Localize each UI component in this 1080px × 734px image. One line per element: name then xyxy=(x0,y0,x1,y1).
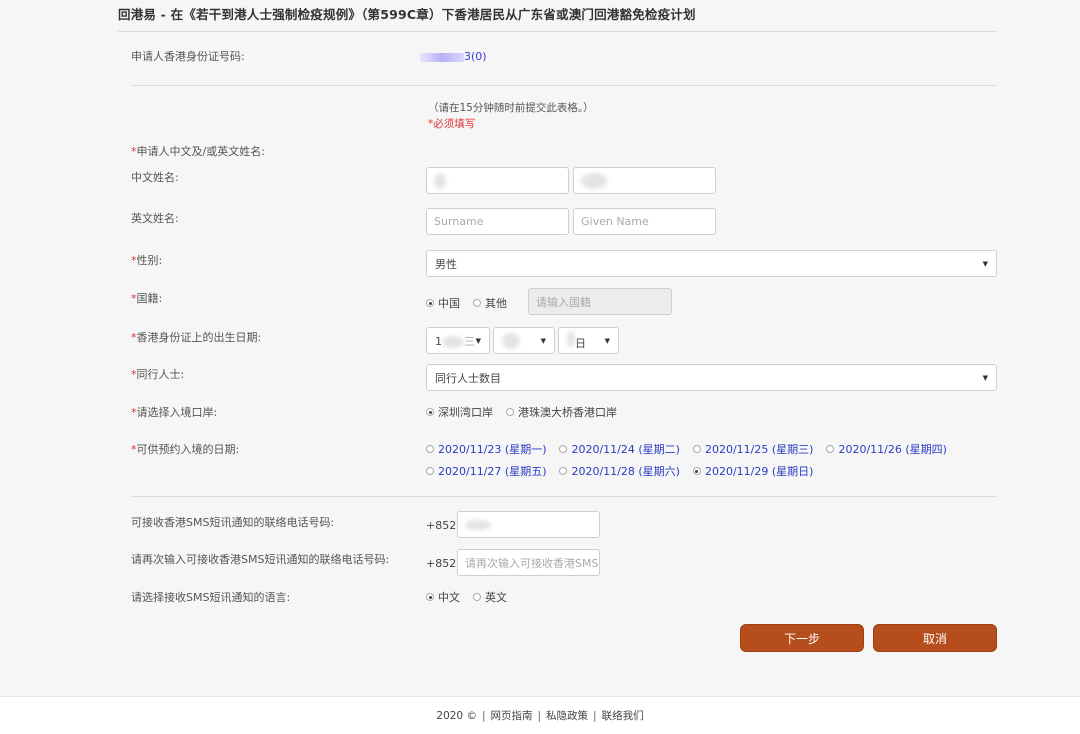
chinese-surname-input[interactable] xyxy=(426,167,569,194)
phone-confirm-prefix: +852 xyxy=(426,557,457,570)
dob-year-select[interactable]: 1 三 ▼ xyxy=(426,327,490,354)
dob-label: *香港身份证上的出生日期: xyxy=(131,331,262,344)
next-button[interactable]: 下一步 xyxy=(740,624,864,652)
sms-language-radio-group: 中文 英文 xyxy=(426,589,520,605)
entry-date-option-selected[interactable]: 2020/11/29 (星期日) xyxy=(692,463,813,479)
sms-language-option-chinese[interactable]: 中文 xyxy=(426,589,460,605)
cancel-button[interactable]: 取消 xyxy=(873,624,997,652)
name-label: *申请人中文及/或英文姓名: xyxy=(131,145,265,158)
phone-input[interactable] xyxy=(457,511,600,538)
dob-day-select[interactable]: 日 ▼ xyxy=(558,327,619,354)
entry-date-option[interactable]: 2020/11/25 (星期三) xyxy=(692,441,813,457)
companions-select[interactable]: 同行人士数目 ▼ xyxy=(426,364,997,391)
nationality-option-china[interactable]: 中国 xyxy=(426,295,460,311)
chevron-down-icon: ▼ xyxy=(540,336,546,345)
divider-top xyxy=(118,31,997,32)
english-surname-input[interactable]: Surname xyxy=(426,208,569,235)
nationality-label: *国籍: xyxy=(131,292,163,305)
entry-date-option[interactable]: 2020/11/26 (星期四) xyxy=(826,441,947,457)
submit-hint: （请在15分钟随时前提交此表格。） xyxy=(428,102,594,114)
entry-port-label: *请选择入境口岸: xyxy=(131,406,218,419)
english-given-name-input[interactable]: Given Name xyxy=(573,208,716,235)
entry-port-option-hzmb[interactable]: 港珠澳大桥香港口岸 xyxy=(506,404,617,420)
footer: 2020 © | 网页指南 | 私隐政策 | 联络我们 xyxy=(0,696,1080,734)
dob-month-select[interactable]: ▼ xyxy=(493,327,555,354)
entry-date-label: *可供预约入境的日期: xyxy=(131,443,240,456)
divider-contact xyxy=(131,496,997,497)
chinese-given-name-input[interactable] xyxy=(573,167,716,194)
radio-unchecked-icon xyxy=(473,299,481,307)
entry-date-row-2: 2020/11/27 (星期五) 2020/11/28 (星期六) 2020/1… xyxy=(426,463,826,479)
phone-confirm-label: 请再次输入可接收香港SMS短讯通知的联络电话号码: xyxy=(131,553,390,566)
sms-language-option-english[interactable]: 英文 xyxy=(473,589,507,605)
applicant-id-label: 申请人香港身份证号码: xyxy=(131,50,245,63)
entry-port-radio-group: 深圳湾口岸 港珠澳大桥香港口岸 xyxy=(426,404,630,420)
chinese-name-label: 中文姓名: xyxy=(131,171,179,184)
entry-date-row-1: 2020/11/23 (星期一) 2020/11/24 (星期二) 2020/1… xyxy=(426,441,960,457)
entry-date-option[interactable]: 2020/11/24 (星期二) xyxy=(559,441,680,457)
chevron-down-icon: ▼ xyxy=(982,259,988,268)
gender-label: *性别: xyxy=(131,254,163,267)
chevron-down-icon: ▼ xyxy=(982,373,988,382)
divider-id xyxy=(131,85,997,86)
gender-select[interactable]: 男性 ▼ xyxy=(426,250,997,277)
radio-unchecked-icon xyxy=(473,593,481,601)
radio-checked-icon xyxy=(426,299,434,307)
radio-unchecked-icon xyxy=(506,408,514,416)
companions-label: *同行人士: xyxy=(131,368,185,381)
footer-link-site-guide[interactable]: 网页指南 xyxy=(491,708,533,723)
phone-confirm-input[interactable]: 请再次输入可接收香港SMS xyxy=(457,549,600,576)
entry-date-option[interactable]: 2020/11/27 (星期五) xyxy=(426,463,546,479)
footer-copyright: 2020 © xyxy=(436,709,477,722)
radio-checked-icon xyxy=(426,408,434,416)
applicant-id-value: 3(0) xyxy=(420,50,487,63)
chevron-down-icon: ▼ xyxy=(604,336,610,345)
redacted-id xyxy=(420,52,464,62)
sms-language-label: 请选择接收SMS短讯通知的语言: xyxy=(131,591,291,604)
entry-date-option[interactable]: 2020/11/23 (星期一) xyxy=(426,441,546,457)
phone-label: 可接收香港SMS短讯通知的联络电话号码: xyxy=(131,516,335,529)
footer-link-contact[interactable]: 联络我们 xyxy=(602,708,644,723)
footer-link-privacy[interactable]: 私隐政策 xyxy=(546,708,588,723)
other-nationality-input[interactable]: 请输入国籍 xyxy=(528,288,672,315)
nationality-radio-group: 中国 其他 xyxy=(426,295,520,311)
entry-port-option-shenzhen-bay[interactable]: 深圳湾口岸 xyxy=(426,404,493,420)
page-title: 回港易 - 在《若干到港人士强制检疫规例》（第599C章）下香港居民从广东省或澳… xyxy=(118,7,696,22)
phone-prefix: +852 xyxy=(426,519,457,532)
form-page: 回港易 - 在《若干到港人士强制检疫规例》（第599C章）下香港居民从广东省或澳… xyxy=(0,0,1080,734)
english-name-label: 英文姓名: xyxy=(131,212,179,225)
entry-date-option[interactable]: 2020/11/28 (星期六) xyxy=(559,463,680,479)
required-hint: *必须填写 xyxy=(428,118,476,130)
nationality-option-other[interactable]: 其他 xyxy=(473,295,507,311)
radio-checked-icon xyxy=(426,593,434,601)
chevron-down-icon: ▼ xyxy=(475,336,481,345)
